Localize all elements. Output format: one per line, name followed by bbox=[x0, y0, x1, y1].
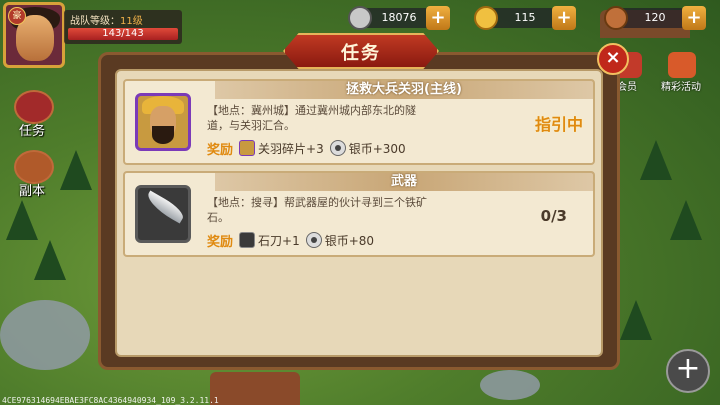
quest-description: 【地点：搜寻】帮武器屋的伙计寻到三个铁矿石。 bbox=[207, 196, 427, 224]
team-level-panel: 战队等级：11级 143/143 bbox=[64, 10, 182, 44]
guide-status-button[interactable]: 指引中 bbox=[535, 111, 583, 135]
team-level-value: 11级 bbox=[120, 16, 143, 27]
team-level-label: 战队等级： bbox=[70, 16, 120, 27]
gold-ingot-icon bbox=[474, 6, 498, 30]
gold-currency: 115 + bbox=[474, 6, 576, 30]
tree-decoration bbox=[620, 300, 652, 340]
dialog-title-banner: 任务 bbox=[283, 33, 439, 69]
quest-title: 武器 bbox=[215, 173, 593, 191]
reward-item: 关羽碎片+3 bbox=[239, 140, 324, 157]
vip-badge: 豪 bbox=[8, 7, 26, 25]
close-button[interactable]: × bbox=[597, 43, 629, 75]
task-dialog: 任务 × 拯救大兵关羽(主线) 【地点：冀州城】通过冀州城内部东北的隧道，与关羽… bbox=[98, 33, 629, 370]
quest-description: 【地点：冀州城】通过冀州城内部东北的隧道，与关羽汇合。 bbox=[207, 104, 416, 132]
task-bag-icon bbox=[14, 90, 54, 124]
reward-item: 石刀+1 bbox=[239, 232, 300, 249]
tree-decoration bbox=[60, 150, 92, 190]
reward-label: 奖励 bbox=[207, 142, 234, 158]
dialog-title: 任务 bbox=[341, 43, 381, 64]
hp-bar: 143/143 bbox=[68, 28, 178, 40]
hp-text: 143/143 bbox=[102, 28, 144, 39]
team-level-text: 战队等级：11级 bbox=[70, 12, 143, 27]
tree-decoration bbox=[34, 240, 66, 280]
reward-text: 银币+300 bbox=[348, 141, 406, 156]
silver-currency: 18076 + bbox=[348, 6, 450, 30]
player-avatar[interactable]: 豪 bbox=[3, 2, 65, 68]
add-stamina-button[interactable]: + bbox=[682, 6, 706, 30]
reward-item: 银币+80 bbox=[305, 232, 375, 249]
stone-blade-icon bbox=[239, 232, 256, 248]
events-button[interactable]: 精彩活动 bbox=[656, 50, 706, 100]
tasks-menu-button[interactable]: 任务 bbox=[6, 90, 58, 140]
stamina-currency: 120 + bbox=[604, 6, 706, 30]
rock-decoration bbox=[480, 370, 540, 400]
tree-decoration bbox=[640, 140, 672, 180]
dungeon-icon bbox=[14, 150, 54, 184]
building-decoration bbox=[210, 372, 300, 405]
guan-yu-portrait-icon bbox=[135, 93, 191, 151]
reward-text: 石刀+1 bbox=[258, 233, 300, 248]
silver-coin-icon bbox=[305, 232, 322, 248]
quest-list: 拯救大兵关羽(主线) 【地点：冀州城】通过冀州城内部东北的隧道，与关羽汇合。 奖… bbox=[115, 69, 603, 357]
beard-shape bbox=[152, 126, 174, 144]
gold-value: 115 bbox=[514, 11, 536, 24]
version-string: 4CE976314694EBAE3FC8AC4364940934_109_3.2… bbox=[2, 396, 219, 405]
rock-decoration bbox=[0, 300, 90, 370]
reward-label: 奖励 bbox=[207, 234, 234, 250]
tree-decoration bbox=[670, 200, 702, 240]
dungeon-menu-label: 副本 bbox=[18, 184, 45, 199]
reward-item: 银币+300 bbox=[329, 140, 406, 157]
blade-shape bbox=[143, 190, 187, 224]
quest-title: 拯救大兵关羽(主线) bbox=[215, 81, 593, 99]
reward-row: 奖励 关羽碎片+3 银币+300 bbox=[207, 139, 406, 158]
gift-icon bbox=[668, 52, 696, 78]
stamina-value: 120 bbox=[644, 11, 666, 24]
events-label: 精彩活动 bbox=[661, 82, 701, 93]
add-silver-button[interactable]: + bbox=[426, 6, 450, 30]
stamina-icon bbox=[604, 6, 628, 30]
quest-card-weapon[interactable]: 武器 【地点：搜寻】帮武器屋的伙计寻到三个铁矿石。 奖励 石刀+1 银币+80 … bbox=[123, 171, 595, 257]
silver-coin-icon bbox=[329, 140, 346, 156]
stone-blade-portrait-icon bbox=[135, 185, 191, 243]
quest-card-main[interactable]: 拯救大兵关羽(主线) 【地点：冀州城】通过冀州城内部东北的隧道，与关羽汇合。 奖… bbox=[123, 79, 595, 165]
tree-decoration bbox=[6, 200, 38, 240]
quest-progress: 0/3 bbox=[540, 207, 567, 225]
reward-text: 关羽碎片+3 bbox=[258, 141, 324, 156]
silver-coin-icon bbox=[348, 6, 372, 30]
dungeon-menu-button[interactable]: 副本 bbox=[6, 150, 58, 200]
general-shard-icon bbox=[239, 140, 256, 156]
tasks-menu-label: 任务 bbox=[18, 124, 45, 139]
silver-value: 18076 bbox=[381, 11, 417, 24]
reward-row: 奖励 石刀+1 银币+80 bbox=[207, 231, 375, 250]
add-gold-button[interactable]: + bbox=[552, 6, 576, 30]
add-button[interactable]: + bbox=[666, 349, 710, 393]
reward-text: 银币+80 bbox=[324, 233, 375, 248]
